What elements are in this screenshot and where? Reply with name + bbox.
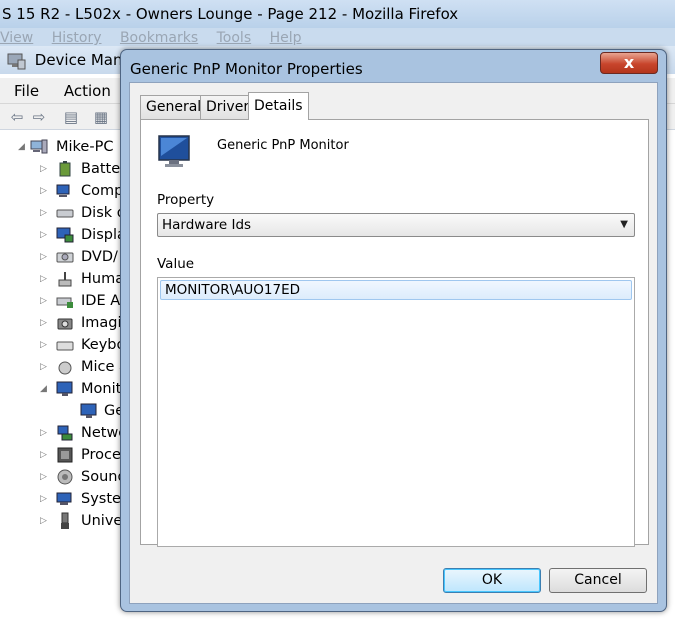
firefox-menu-help[interactable]: Help bbox=[270, 30, 302, 46]
computer-icon bbox=[30, 139, 48, 154]
tree-root-label: Mike-PC bbox=[56, 139, 114, 155]
close-icon: x bbox=[623, 53, 635, 72]
firefox-menu-view[interactable]: View bbox=[0, 30, 33, 46]
expand-arrow-icon[interactable]: ▷ bbox=[40, 488, 50, 510]
monitor-icon bbox=[56, 381, 73, 396]
expand-arrow-icon[interactable]: ▷ bbox=[40, 246, 50, 268]
keyboard-icon bbox=[56, 341, 74, 351]
joystick-icon bbox=[58, 272, 72, 287]
expand-arrow-icon[interactable]: ▷ bbox=[40, 290, 50, 312]
battery-icon bbox=[59, 161, 71, 177]
mouse-icon bbox=[58, 361, 72, 375]
collapse-arrow-icon[interactable]: ◢ bbox=[40, 378, 50, 400]
tree-item-generic-monitor[interactable]: Ge bbox=[0, 400, 125, 422]
tree-item-disk-drives[interactable]: ▷ Disk d bbox=[0, 202, 126, 224]
usb-icon bbox=[61, 512, 69, 529]
dialog-client-area: General Driver Details Generic PnP Monit… bbox=[129, 82, 658, 604]
dialog-title: Generic PnP Monitor Properties bbox=[130, 60, 363, 78]
tree-root[interactable]: ◢ Mike-PC bbox=[0, 136, 125, 158]
tree-item-dvd-drives[interactable]: ▷ DVD/ bbox=[0, 246, 125, 268]
tree-item-mice[interactable]: ▷ Mice a bbox=[0, 356, 128, 378]
list-item[interactable]: MONITOR\AUO17ED bbox=[160, 280, 632, 300]
network-icon bbox=[57, 425, 73, 441]
value-label: Value bbox=[157, 256, 195, 272]
tree-item-sound[interactable]: ▷ Sound bbox=[0, 466, 127, 488]
tree-item-imaging-devices[interactable]: ▷ Imagi bbox=[0, 312, 125, 334]
tree-item-usb-controllers[interactable]: ▷ Univer bbox=[0, 510, 128, 532]
display-adapter-icon bbox=[56, 227, 74, 243]
firefox-menu-history[interactable]: History bbox=[52, 30, 102, 46]
expand-arrow-icon[interactable]: ▷ bbox=[40, 444, 50, 466]
show-hide-console-tree-icon[interactable]: ▤ bbox=[62, 108, 80, 126]
firefox-menubar: View History Bookmarks Tools Help bbox=[0, 28, 675, 48]
expand-arrow-icon[interactable]: ▷ bbox=[40, 466, 50, 488]
property-dropdown[interactable]: Hardware Ids ▼ bbox=[157, 213, 635, 237]
computer-icon bbox=[56, 184, 70, 197]
camera-icon bbox=[57, 318, 73, 330]
tree-item-system-devices[interactable]: ▷ Syster bbox=[0, 488, 127, 510]
forward-arrow-icon[interactable]: ⇨ bbox=[30, 108, 48, 126]
expand-arrow-icon[interactable]: ▷ bbox=[40, 158, 50, 180]
tree-item-ide-controllers[interactable]: ▷ IDE A bbox=[0, 290, 125, 312]
expand-arrow-icon[interactable]: ▷ bbox=[40, 180, 50, 202]
speaker-icon bbox=[57, 469, 73, 485]
system-device-icon bbox=[56, 492, 72, 505]
device-manager-icon bbox=[7, 53, 26, 69]
collapse-arrow-icon[interactable]: ◢ bbox=[18, 136, 28, 158]
tree-item-keyboards[interactable]: ▷ Keybo bbox=[0, 334, 125, 356]
menu-file[interactable]: File bbox=[14, 82, 39, 100]
expand-arrow-icon[interactable]: ▷ bbox=[40, 224, 50, 246]
property-selected-value: Hardware Ids bbox=[162, 217, 252, 233]
firefox-menu-bookmarks[interactable]: Bookmarks bbox=[120, 30, 198, 46]
expand-arrow-icon[interactable]: ▷ bbox=[40, 268, 50, 290]
expand-arrow-icon[interactable]: ▷ bbox=[40, 510, 50, 532]
disk-drive-icon bbox=[56, 209, 74, 218]
property-label: Property bbox=[157, 192, 215, 208]
expand-arrow-icon[interactable]: ▷ bbox=[40, 202, 50, 224]
properties-dialog: Generic PnP Monitor Properties x General… bbox=[120, 49, 667, 612]
tree-item-computer[interactable]: ▷ Comp bbox=[0, 180, 125, 202]
chevron-down-icon[interactable]: ▼ bbox=[620, 214, 628, 236]
cancel-button[interactable]: Cancel bbox=[549, 568, 647, 593]
expand-arrow-icon[interactable]: ▷ bbox=[40, 334, 50, 356]
firefox-title-bar: S 15 R2 - L502x - Owners Lounge - Page 2… bbox=[0, 0, 675, 28]
properties-icon[interactable]: ▦ bbox=[92, 108, 110, 126]
dvd-drive-icon bbox=[56, 252, 74, 263]
tab-general[interactable]: General bbox=[140, 95, 208, 119]
device-name: Generic PnP Monitor bbox=[217, 138, 349, 153]
ok-button[interactable]: OK bbox=[443, 568, 541, 593]
device-tree: ◢ Mike-PC ▷ Batter ▷ Comp ▷ Disk d ▷ Dis… bbox=[0, 132, 128, 624]
menu-action[interactable]: Action bbox=[64, 82, 111, 100]
ide-controller-icon bbox=[56, 297, 73, 308]
close-button[interactable]: x bbox=[600, 52, 658, 74]
tab-details[interactable]: Details bbox=[248, 92, 309, 120]
firefox-title: S 15 R2 - L502x - Owners Lounge - Page 2… bbox=[2, 5, 459, 23]
tree-item-batteries[interactable]: ▷ Batter bbox=[0, 158, 126, 180]
details-panel: Generic PnP Monitor Property Hardware Id… bbox=[140, 119, 649, 547]
expand-arrow-icon[interactable]: ▷ bbox=[40, 312, 50, 334]
tree-item-human-interface[interactable]: ▷ Huma bbox=[0, 268, 125, 290]
firefox-menu-tools[interactable]: Tools bbox=[217, 30, 252, 46]
tab-driver[interactable]: Driver bbox=[200, 95, 256, 119]
expand-arrow-icon[interactable]: ▷ bbox=[40, 422, 50, 444]
tree-item-processors[interactable]: ▷ Proces bbox=[0, 444, 128, 466]
monitor-icon bbox=[158, 135, 190, 167]
expand-arrow-icon[interactable]: ▷ bbox=[40, 356, 50, 378]
tree-item-monitors[interactable]: ◢ Monit bbox=[0, 378, 125, 400]
value-list[interactable]: MONITOR\AUO17ED bbox=[157, 277, 635, 547]
tree-item-display-adapters[interactable]: ▷ Displa bbox=[0, 224, 126, 246]
processor-icon bbox=[57, 447, 73, 463]
monitor-icon bbox=[80, 403, 97, 418]
tree-item-network-adapters[interactable]: ▷ Netwo bbox=[0, 422, 127, 444]
back-arrow-icon[interactable]: ⇦ bbox=[8, 108, 26, 126]
